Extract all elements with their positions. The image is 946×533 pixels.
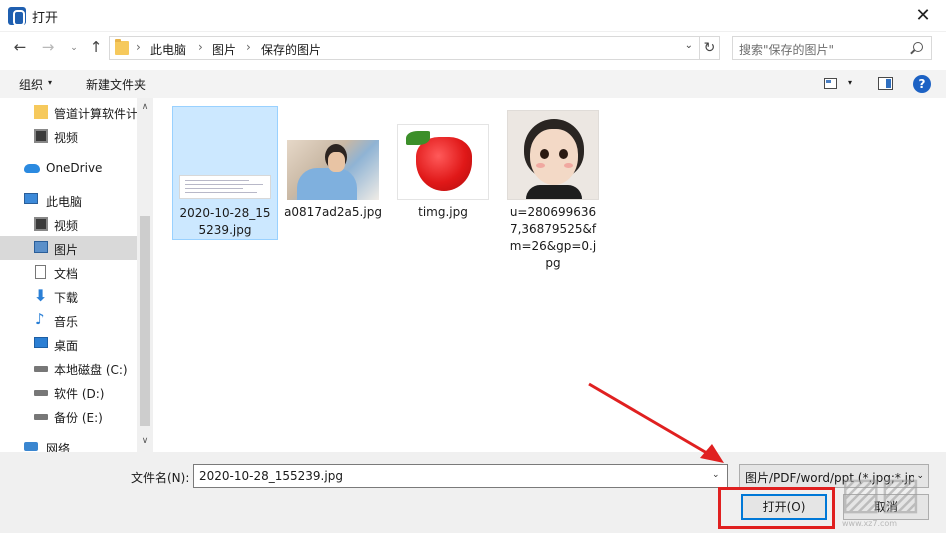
sidebar-item-label: 视频	[54, 131, 79, 145]
view-options-icon[interactable]	[824, 78, 837, 89]
file-name: timg.jpg	[418, 205, 468, 219]
preview-pane-icon[interactable]	[878, 77, 893, 90]
recent-locations-button[interactable]: ⌄	[64, 43, 84, 53]
cloud-icon	[24, 164, 40, 173]
sidebar-item-label: 图片	[54, 243, 79, 257]
sidebar-item-desktop[interactable]: 桌面	[0, 332, 137, 356]
filename-input[interactable]	[193, 464, 728, 488]
sidebar-item-label: 下载	[54, 291, 79, 305]
navigation-pane: 管道计算软件计 视频 OneDrive 此电脑 视频 图片 文档 ⬇ 下载 ♪ …	[0, 98, 153, 452]
sidebar-item-onedrive[interactable]: OneDrive	[0, 156, 137, 180]
up-button[interactable]: ↑	[86, 38, 106, 56]
sidebar-item-music[interactable]: ♪ 音乐	[0, 308, 137, 332]
navigation-bar: ← → ⌄ ↑ › 此电脑 › 图片 › 保存的图片 ⌄ ↻ 搜索"保存的图片"	[0, 32, 946, 64]
sidebar-item-pipe-software[interactable]: 管道计算软件计	[0, 100, 139, 124]
breadcrumb-separator: ›	[246, 40, 251, 54]
close-button[interactable]: ✕	[900, 0, 946, 32]
folder-icon	[34, 105, 48, 119]
music-icon: ♪	[35, 310, 45, 328]
breadcrumb-separator: ›	[198, 40, 203, 54]
sidebar-item-videos[interactable]: 视频	[0, 124, 137, 148]
watermark: ▨▨ www.xz7.com	[834, 466, 946, 533]
sidebar-item-videos-pc[interactable]: 视频	[0, 212, 137, 236]
file-item[interactable]: 2020-10-28_155239.jpg	[172, 106, 278, 240]
sidebar-item-label: 音乐	[54, 315, 79, 329]
scroll-thumb[interactable]	[140, 216, 150, 426]
sidebar-item-label: OneDrive	[46, 161, 103, 175]
file-item[interactable]: u=2806996367,36879525&fm=26&gp=0.jpg	[500, 106, 606, 270]
dialog-footer: 文件名(N): ⌄ 图片/PDF/word/ppt (*.jpg;*.jp ⌄ …	[0, 452, 946, 533]
filename-label: 文件名(N):	[131, 471, 190, 485]
sidebar-item-label: 软件 (D:)	[54, 387, 105, 401]
sidebar-item-label: 备份 (E:)	[54, 411, 103, 425]
file-list: 2020-10-28_155239.jpg a0817ad2a5.jpg tim…	[153, 98, 946, 452]
sidebar-item-disk-d[interactable]: 软件 (D:)	[0, 380, 137, 404]
organize-dropdown-icon[interactable]: ▾	[48, 78, 52, 87]
breadcrumb-pictures[interactable]: 图片	[212, 41, 236, 58]
video-icon	[34, 129, 48, 143]
file-name: a0817ad2a5.jpg	[284, 205, 382, 219]
search-placeholder: 搜索"保存的图片"	[739, 43, 835, 57]
sidebar-item-network[interactable]: 网络	[0, 435, 137, 452]
sidebar-item-downloads[interactable]: ⬇ 下载	[0, 284, 137, 308]
window-title: 打开	[32, 11, 59, 26]
sidebar-item-pictures[interactable]: 图片	[0, 236, 137, 260]
disk-icon	[34, 390, 48, 396]
disk-icon	[34, 366, 48, 372]
address-bar[interactable]: › 此电脑 › 图片 › 保存的图片 ⌄	[109, 36, 700, 60]
view-dropdown-icon[interactable]: ▾	[848, 78, 852, 87]
sidebar-item-label: 视频	[54, 219, 79, 233]
pictures-icon	[34, 241, 48, 253]
file-item[interactable]: timg.jpg	[390, 106, 496, 226]
video-icon	[34, 217, 48, 231]
search-icon[interactable]	[913, 42, 923, 52]
watermark-logo: ▨▨	[840, 468, 921, 519]
breadcrumb-separator: ›	[136, 40, 141, 54]
file-thumbnail	[397, 124, 489, 200]
sidebar-item-label: 网络	[46, 442, 71, 452]
sidebar-item-documents[interactable]: 文档	[0, 260, 137, 284]
new-folder-button[interactable]: 新建文件夹	[86, 76, 146, 93]
forward-button[interactable]: →	[38, 38, 58, 56]
download-icon: ⬇	[34, 286, 48, 305]
watermark-url: www.xz7.com	[842, 519, 898, 528]
chevron-down-icon[interactable]: ⌄	[712, 470, 720, 480]
sidebar-item-label: 文档	[54, 267, 79, 281]
file-name: 2020-10-28_155239.jpg	[179, 206, 271, 237]
refresh-button[interactable]: ↻	[700, 36, 720, 60]
pc-icon	[24, 193, 38, 204]
sidebar-item-this-pc[interactable]: 此电脑	[0, 188, 137, 212]
scroll-up-button[interactable]: ∧	[137, 102, 153, 112]
back-button[interactable]: ←	[10, 38, 30, 56]
sidebar-item-label: 管道计算软件计	[54, 107, 139, 121]
sidebar-item-disk-e[interactable]: 备份 (E:)	[0, 404, 137, 428]
sidebar-scrollbar[interactable]: ∧ ∨	[137, 98, 153, 452]
search-input[interactable]: 搜索"保存的图片"	[732, 36, 932, 60]
sidebar-item-label: 此电脑	[46, 195, 83, 209]
file-thumbnail	[287, 140, 379, 200]
breadcrumb-saved-pictures[interactable]: 保存的图片	[261, 41, 321, 58]
file-item[interactable]: a0817ad2a5.jpg	[280, 106, 386, 226]
help-icon[interactable]: ?	[913, 75, 931, 93]
network-icon	[24, 442, 38, 451]
command-toolbar: 组织 ▾ 新建文件夹 ▾ ?	[0, 70, 946, 98]
app-icon	[8, 7, 26, 26]
folder-icon	[115, 39, 129, 55]
organize-button[interactable]: 组织	[19, 76, 43, 93]
sidebar-item-label: 本地磁盘 (C:)	[54, 363, 128, 377]
sidebar-item-label: 桌面	[54, 339, 79, 353]
file-thumbnail	[179, 175, 271, 199]
document-icon	[35, 265, 46, 279]
scroll-down-button[interactable]: ∨	[137, 436, 153, 446]
file-thumbnail	[507, 110, 599, 200]
chevron-down-icon[interactable]: ⌄	[685, 40, 693, 51]
open-button[interactable]: 打开(O)	[741, 494, 827, 520]
disk-icon	[34, 414, 48, 420]
sidebar-item-disk-c[interactable]: 本地磁盘 (C:)	[0, 356, 137, 380]
desktop-icon	[34, 337, 48, 348]
title-bar: 打开 ✕	[0, 0, 946, 32]
breadcrumb-this-pc[interactable]: 此电脑	[150, 41, 186, 58]
file-name: u=2806996367,36879525&fm=26&gp=0.jpg	[509, 205, 597, 270]
